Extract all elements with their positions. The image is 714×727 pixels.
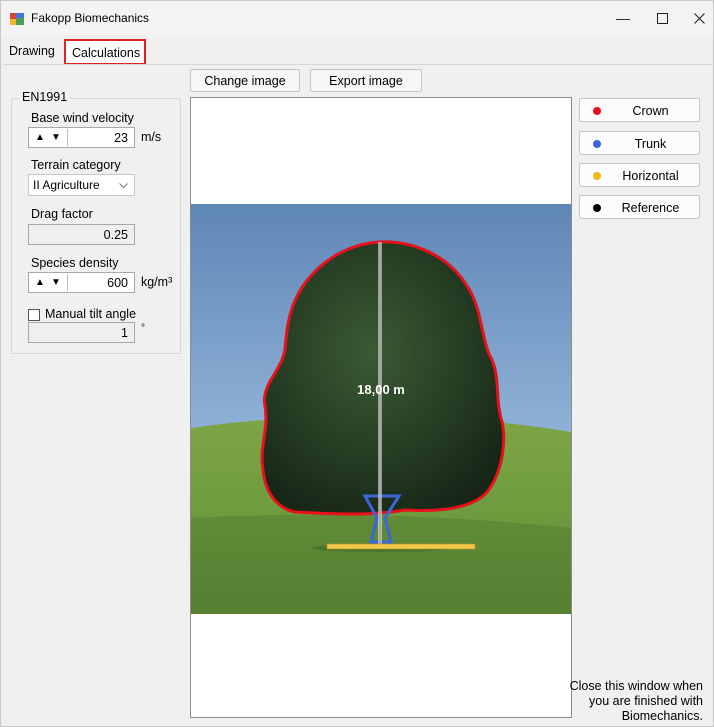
- increment-down-icon[interactable]: ▼: [49, 275, 63, 290]
- maximize-icon: [656, 12, 668, 24]
- close-window-note: Close this window when you are finished …: [569, 679, 703, 723]
- tab-calculations-label: Calculations: [72, 46, 141, 60]
- increment-up-icon[interactable]: ▲: [33, 275, 47, 290]
- species-density-value: 600: [107, 276, 128, 290]
- horizontal-line: [326, 543, 476, 550]
- height-measure-label: 18,00 m: [357, 382, 405, 397]
- reference-label: Reference: [621, 201, 680, 215]
- crown-label: Crown: [632, 104, 669, 118]
- species-density-unit: kg/m³: [141, 275, 173, 289]
- tab-drawing-label: Drawing: [9, 44, 55, 58]
- trunk-label: Trunk: [634, 137, 667, 151]
- wind-velocity-unit: m/s: [141, 130, 162, 144]
- tree-photo[interactable]: 18,00 m: [191, 98, 571, 717]
- crown-button[interactable]: Crown: [579, 98, 700, 122]
- tilt-degree-unit: °: [141, 323, 145, 334]
- increment-down-icon[interactable]: ▼: [49, 130, 63, 145]
- increment-up-icon[interactable]: ▲: [33, 130, 47, 145]
- change-image-label: Change image: [204, 73, 286, 88]
- species-density-label: Species density: [31, 256, 119, 270]
- manual-tilt-checkbox[interactable]: [28, 309, 40, 321]
- horizontal-label: Horizontal: [622, 169, 679, 183]
- manual-tilt-field: 1: [28, 322, 135, 343]
- horizontal-dot-icon: [593, 172, 601, 180]
- reference-button[interactable]: Reference: [579, 195, 700, 219]
- window-title: Fakopp Biomechanics: [31, 11, 150, 25]
- spin-separator: [67, 129, 68, 146]
- crown-dot-icon: [593, 107, 601, 115]
- close-window-button[interactable]: [677, 1, 714, 35]
- base-wind-velocity-label: Base wind velocity: [31, 111, 134, 125]
- image-panel[interactable]: 18,00 m: [190, 97, 572, 718]
- drag-factor-field: 0.25: [28, 224, 135, 245]
- spin-separator: [67, 274, 68, 291]
- manual-tilt-value: 1: [121, 326, 128, 340]
- species-density-input[interactable]: ▲ ▼ 600: [28, 272, 135, 293]
- terrain-category-label: Terrain category: [31, 158, 121, 172]
- title-bar: Fakopp Biomechanics —: [1, 1, 713, 35]
- trunk-button[interactable]: Trunk: [579, 131, 700, 155]
- change-image-button[interactable]: Change image: [190, 69, 300, 92]
- group-title: EN1991: [19, 90, 71, 104]
- minimize-icon: —: [616, 10, 630, 26]
- base-wind-velocity-value: 23: [114, 131, 128, 145]
- horizontal-button[interactable]: Horizontal: [579, 163, 700, 187]
- tab-strip: Drawing Calculations: [1, 39, 714, 65]
- minimize-button[interactable]: —: [601, 1, 645, 35]
- tab-divider: [3, 64, 713, 65]
- export-image-label: Export image: [329, 73, 403, 88]
- app-window: Fakopp Biomechanics — Drawing Calculatio…: [0, 0, 714, 727]
- trunk-dot-icon: [593, 140, 601, 148]
- app-icon: [10, 13, 24, 25]
- terrain-category-select[interactable]: II Agriculture: [28, 174, 135, 196]
- base-wind-velocity-input[interactable]: ▲ ▼ 23: [28, 127, 135, 148]
- reference-dot-icon: [593, 204, 601, 212]
- terrain-category-value: II Agriculture: [33, 178, 100, 192]
- chevron-down-icon: [119, 183, 128, 189]
- close-icon: [693, 12, 705, 24]
- manual-tilt-label: Manual tilt angle: [45, 307, 137, 321]
- export-image-button[interactable]: Export image: [310, 69, 422, 92]
- tab-calculations[interactable]: Calculations: [64, 39, 146, 65]
- drag-factor-label: Drag factor: [31, 207, 93, 221]
- tab-drawing[interactable]: Drawing: [5, 39, 65, 65]
- drag-factor-value: 0.25: [103, 228, 128, 242]
